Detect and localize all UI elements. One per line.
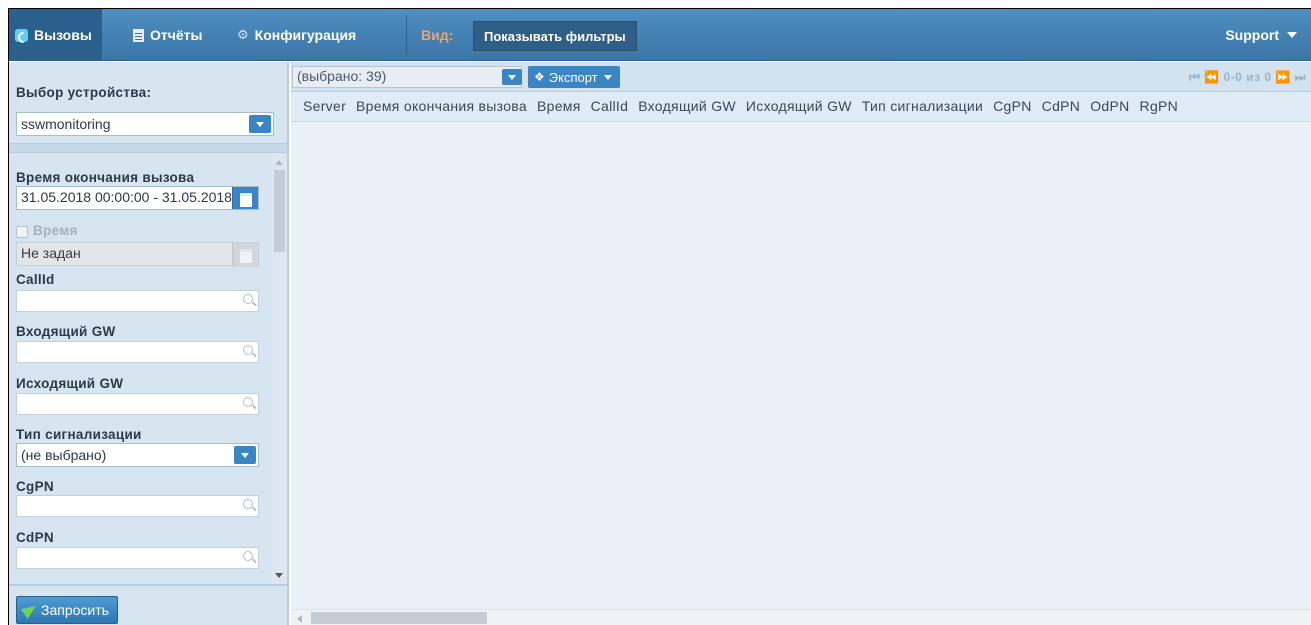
nav-divider <box>406 15 407 55</box>
export-button-label: Экспорт <box>548 69 598 85</box>
column-header[interactable]: Входящий GW <box>638 92 736 120</box>
device-select[interactable]: sswmonitoring <box>16 112 274 136</box>
search-icon <box>243 345 253 355</box>
query-button[interactable]: Запросить <box>16 596 118 624</box>
nav-reports[interactable]: Отчёты <box>133 9 202 61</box>
phone-icon <box>15 28 28 42</box>
cdpn-input[interactable] <box>16 547 259 569</box>
pager: ⏮ ⏪ 0-0 из 0 ⏩ ⏭ <box>1189 70 1306 85</box>
end-time-value: 31.05.2018 00:00:00 - 31.05.2018 23:59:5… <box>21 189 258 205</box>
last-page-icon[interactable]: ⏭ <box>1295 70 1306 84</box>
column-header[interactable]: Server <box>303 92 346 120</box>
chevron-down-icon <box>1287 32 1297 38</box>
column-header[interactable]: Время окончания вызова <box>356 92 527 120</box>
signaling-select-value: (не выбрано) <box>21 447 107 463</box>
incoming-gw-label: Входящий GW <box>16 324 116 339</box>
column-header[interactable]: Тип сигнализации <box>862 92 983 120</box>
column-header[interactable]: OdPN <box>1090 92 1129 120</box>
cdpn-label: CdPN <box>16 530 54 545</box>
callid-input[interactable] <box>16 290 259 312</box>
scrollbar-thumb[interactable] <box>274 170 285 252</box>
filters-scroll-area: Время окончания вызова 31.05.2018 00:00:… <box>9 154 287 584</box>
calendar-icon <box>232 243 258 267</box>
query-button-label: Запросить <box>41 602 109 618</box>
device-label: Выбор устройства: <box>16 85 152 100</box>
top-navbar: Вызовы Отчёты ⚙ Конфигурация Вид: Показы… <box>9 9 1311 61</box>
next-page-icon[interactable]: ⏩ <box>1275 70 1290 84</box>
search-icon <box>243 294 253 304</box>
results-toolbar: (выбрано: 39) ❖ Экспорт ⏮ ⏪ 0-0 из 0 ⏩ ⏭ <box>291 62 1311 92</box>
results-panel: (выбрано: 39) ❖ Экспорт ⏮ ⏪ 0-0 из 0 ⏩ ⏭… <box>291 62 1311 625</box>
nav-config-label: Конфигурация <box>254 27 357 43</box>
dropbox-icon: ❖ <box>534 70 545 84</box>
panel-separator <box>9 143 287 153</box>
column-header[interactable]: Время <box>537 92 581 120</box>
columns-select-value: (выбрано: 39) <box>297 68 387 84</box>
scroll-left-icon[interactable] <box>297 615 302 623</box>
prev-page-icon[interactable]: ⏪ <box>1204 70 1219 84</box>
end-time-field[interactable]: 31.05.2018 00:00:00 - 31.05.2018 23:59:5… <box>16 186 259 210</box>
column-header[interactable]: CdPN <box>1042 92 1081 120</box>
first-page-icon[interactable]: ⏮ <box>1189 70 1200 84</box>
column-header[interactable]: Исходящий GW <box>746 92 852 120</box>
signaling-select[interactable]: (не выбрано) <box>16 443 259 467</box>
nav-reports-label: Отчёты <box>150 27 203 43</box>
time-label: Время <box>33 223 78 238</box>
document-icon <box>133 28 144 42</box>
scroll-down-icon[interactable] <box>275 573 283 578</box>
sidebar-scrollbar[interactable] <box>272 154 287 584</box>
columns-select[interactable]: (выбрано: 39) <box>292 66 522 88</box>
chevron-down-icon <box>234 446 256 464</box>
export-button[interactable]: ❖ Экспорт <box>528 66 620 88</box>
callid-label: CallId <box>16 272 55 287</box>
gears-icon: ⚙ <box>237 27 249 42</box>
scroll-up-icon[interactable] <box>275 160 283 165</box>
signaling-label: Тип сигнализации <box>16 427 142 442</box>
app-frame: Вызовы Отчёты ⚙ Конфигурация Вид: Показы… <box>8 8 1311 625</box>
time-field: Не задан <box>16 242 259 267</box>
time-checkbox[interactable] <box>16 226 28 238</box>
pager-range: 0-0 из 0 <box>1223 70 1272 84</box>
chevron-down-icon <box>502 69 522 85</box>
filter-sidebar: Выбор устройства: sswmonitoring Время ок… <box>9 62 289 625</box>
table-header: Server Время окончания вызова Время CallId В… <box>291 92 1311 122</box>
device-select-value: sswmonitoring <box>21 116 111 132</box>
view-label: Вид: <box>421 27 454 43</box>
end-time-label: Время окончания вызова <box>16 170 195 185</box>
column-header[interactable]: CgPN <box>993 92 1032 120</box>
chevron-down-icon <box>603 74 612 80</box>
show-filters-button[interactable]: Показывать фильтры <box>473 21 637 51</box>
outgoing-gw-label: Исходящий GW <box>16 376 124 391</box>
hscrollbar-thumb[interactable] <box>311 612 487 624</box>
nav-calls[interactable]: Вызовы <box>9 9 102 61</box>
time-value: Не задан <box>21 245 81 261</box>
search-icon <box>243 499 253 509</box>
sidebar-bottom-divider <box>9 584 287 586</box>
user-name: Support <box>1225 27 1279 43</box>
send-icon <box>23 604 37 616</box>
chevron-down-icon <box>249 115 271 133</box>
incoming-gw-input[interactable] <box>16 341 259 363</box>
nav-config[interactable]: ⚙ Конфигурация <box>237 9 356 61</box>
results-hscrollbar[interactable] <box>291 609 1311 625</box>
search-icon <box>243 397 253 407</box>
calendar-icon[interactable] <box>232 187 258 209</box>
cgpn-input[interactable] <box>16 495 259 517</box>
column-header[interactable]: RgPN <box>1140 92 1179 120</box>
nav-calls-label: Вызовы <box>34 27 92 43</box>
user-menu[interactable]: Support <box>1225 9 1297 61</box>
search-icon <box>243 551 253 561</box>
outgoing-gw-input[interactable] <box>16 393 259 415</box>
cgpn-label: CgPN <box>16 479 54 494</box>
column-header[interactable]: CallId <box>591 92 629 120</box>
